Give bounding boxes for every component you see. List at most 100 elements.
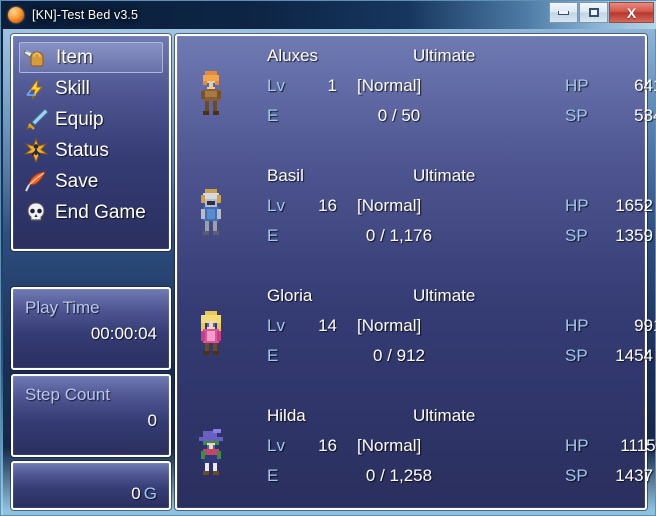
exp-value: 0 / 50	[377, 106, 421, 125]
feather-icon	[23, 169, 49, 195]
hp-value: 991 / 991	[634, 316, 656, 335]
menu-item-end-game[interactable]: End Game	[19, 197, 163, 228]
party-member-row[interactable]: Hilda Ultimate Lv 16 [Normal] HP 1115 / …	[177, 406, 656, 516]
maximize-button[interactable]	[579, 2, 608, 23]
actor-line-1: Gloria Ultimate	[253, 286, 645, 316]
actor-fields: Basil Ultimate Lv 16 [Normal] HP 1652 / …	[191, 166, 656, 282]
lightning-icon	[23, 76, 49, 102]
close-button[interactable]: X	[609, 2, 654, 23]
actor-name: Gloria	[267, 286, 313, 305]
state-value: [Normal]	[357, 436, 422, 455]
gold-content: 0G	[13, 463, 169, 508]
actor-fields: Gloria Ultimate Lv 14 [Normal] HP 991 / …	[191, 286, 656, 402]
actor-fields: Hilda Ultimate Lv 16 [Normal] HP 1115 / …	[191, 406, 656, 516]
bag-icon	[24, 45, 50, 71]
menu-item-status[interactable]: Status	[19, 135, 163, 166]
skull-icon	[23, 200, 49, 226]
application-window: [KN]-Test Bed v3.5 X Item Skill Equip St…	[0, 0, 656, 516]
actor-name: Aluxes	[267, 46, 319, 65]
hp-label: HP	[565, 316, 589, 335]
actor-class: Ultimate	[413, 46, 476, 65]
actor-line-2: Lv 16 [Normal] HP 1115 / 1115	[253, 436, 656, 466]
menu-item-label: End Game	[55, 202, 146, 223]
level-label: Lv	[267, 436, 285, 455]
menu-item-item[interactable]: Item	[19, 42, 163, 73]
play-time-label: Play Time	[25, 298, 100, 317]
command-window: Item Skill Equip Status Save End Game	[11, 34, 171, 251]
menu-item-equip[interactable]: Equip	[19, 104, 163, 135]
exp-label: E	[267, 106, 279, 125]
exp-label: E	[267, 346, 279, 365]
hp-label: HP	[565, 436, 589, 455]
actor-line-3: E 0 / 1,176 SP 1359 / 1359	[253, 226, 656, 256]
menu-item-label: Equip	[55, 109, 104, 130]
party-member-list: Aluxes Ultimate Lv 1 [Normal] HP 641 / 6…	[177, 36, 656, 508]
hp-label: HP	[565, 196, 589, 215]
level-label: Lv	[267, 196, 285, 215]
game-screen: Item Skill Equip Status Save End Game Pl…	[3, 29, 656, 515]
title-bar[interactable]: [KN]-Test Bed v3.5 X	[1, 1, 656, 29]
level-value: 16	[318, 436, 337, 455]
state-value: [Normal]	[357, 76, 422, 95]
exp-value: 0 / 1,258	[365, 466, 433, 485]
exp-value: 0 / 912	[373, 346, 425, 365]
window-title: [KN]-Test Bed v3.5	[32, 8, 139, 22]
maximize-icon	[588, 8, 599, 17]
actor-line-1: Basil Ultimate	[253, 166, 645, 196]
app-orb-icon	[8, 7, 24, 23]
party-member-row[interactable]: Basil Ultimate Lv 16 [Normal] HP 1652 / …	[177, 166, 656, 282]
step-count-label: Step Count	[25, 385, 111, 404]
actor-line-2: Lv 14 [Normal] HP 991 / 991	[253, 316, 656, 346]
play-time-content: Play Time 00:00:04	[13, 289, 169, 368]
level-value: 1	[327, 76, 337, 95]
sp-label: SP	[565, 466, 588, 485]
state-value: [Normal]	[357, 316, 422, 335]
menu-item-label: Skill	[55, 78, 90, 99]
menu-item-save[interactable]: Save	[19, 166, 163, 197]
step-count-window: Step Count 0	[11, 374, 171, 457]
sword-icon	[23, 107, 49, 133]
minimize-button[interactable]	[549, 2, 578, 23]
menu-item-label: Save	[55, 171, 99, 192]
actor-name: Basil	[267, 166, 304, 185]
menu-item-label: Status	[55, 140, 109, 161]
gold-value: 0	[131, 484, 141, 503]
level-label: Lv	[267, 76, 285, 95]
sp-value: 534 / 534	[634, 106, 656, 125]
actor-line-1: Aluxes Ultimate	[253, 46, 645, 76]
exp-label: E	[267, 466, 279, 485]
sp-label: SP	[565, 346, 588, 365]
actor-class: Ultimate	[413, 286, 476, 305]
sp-label: SP	[565, 226, 588, 245]
step-count-content: Step Count 0	[13, 376, 169, 455]
exp-label: E	[267, 226, 279, 245]
gold-unit: G	[143, 484, 157, 503]
sp-label: SP	[565, 106, 588, 125]
actor-line-1: Hilda Ultimate	[253, 406, 645, 436]
menu-item-skill[interactable]: Skill	[19, 73, 163, 104]
actor-line-2: Lv 1 [Normal] HP 641 / 641	[253, 76, 656, 106]
starburst-icon	[23, 137, 49, 164]
gold-row: 0G	[25, 484, 157, 504]
hp-value: 1652 / 1652	[615, 196, 656, 215]
play-time-value: 00:00:04	[90, 323, 157, 343]
gold-window: 0G	[11, 461, 171, 510]
level-value: 16	[318, 196, 337, 215]
hp-value: 1115 / 1115	[620, 436, 656, 455]
actor-class: Ultimate	[413, 406, 476, 425]
actor-class: Ultimate	[413, 166, 476, 185]
play-time-window: Play Time 00:00:04	[11, 287, 171, 370]
actor-fields: Aluxes Ultimate Lv 1 [Normal] HP 641 / 6…	[191, 46, 656, 162]
state-value: [Normal]	[357, 196, 422, 215]
party-member-row[interactable]: Aluxes Ultimate Lv 1 [Normal] HP 641 / 6…	[177, 46, 656, 162]
level-label: Lv	[267, 316, 285, 335]
window-controls: X	[549, 2, 654, 24]
command-list: Item Skill Equip Status Save End Game	[13, 36, 169, 249]
party-status-window: Aluxes Ultimate Lv 1 [Normal] HP 641 / 6…	[175, 34, 656, 510]
party-member-row[interactable]: Gloria Ultimate Lv 14 [Normal] HP 991 / …	[177, 286, 656, 402]
actor-name: Hilda	[267, 406, 306, 425]
sp-value: 1437 / 1437	[615, 466, 656, 485]
level-value: 14	[318, 316, 337, 335]
hp-label: HP	[565, 76, 589, 95]
step-count-value: 0	[147, 410, 157, 430]
